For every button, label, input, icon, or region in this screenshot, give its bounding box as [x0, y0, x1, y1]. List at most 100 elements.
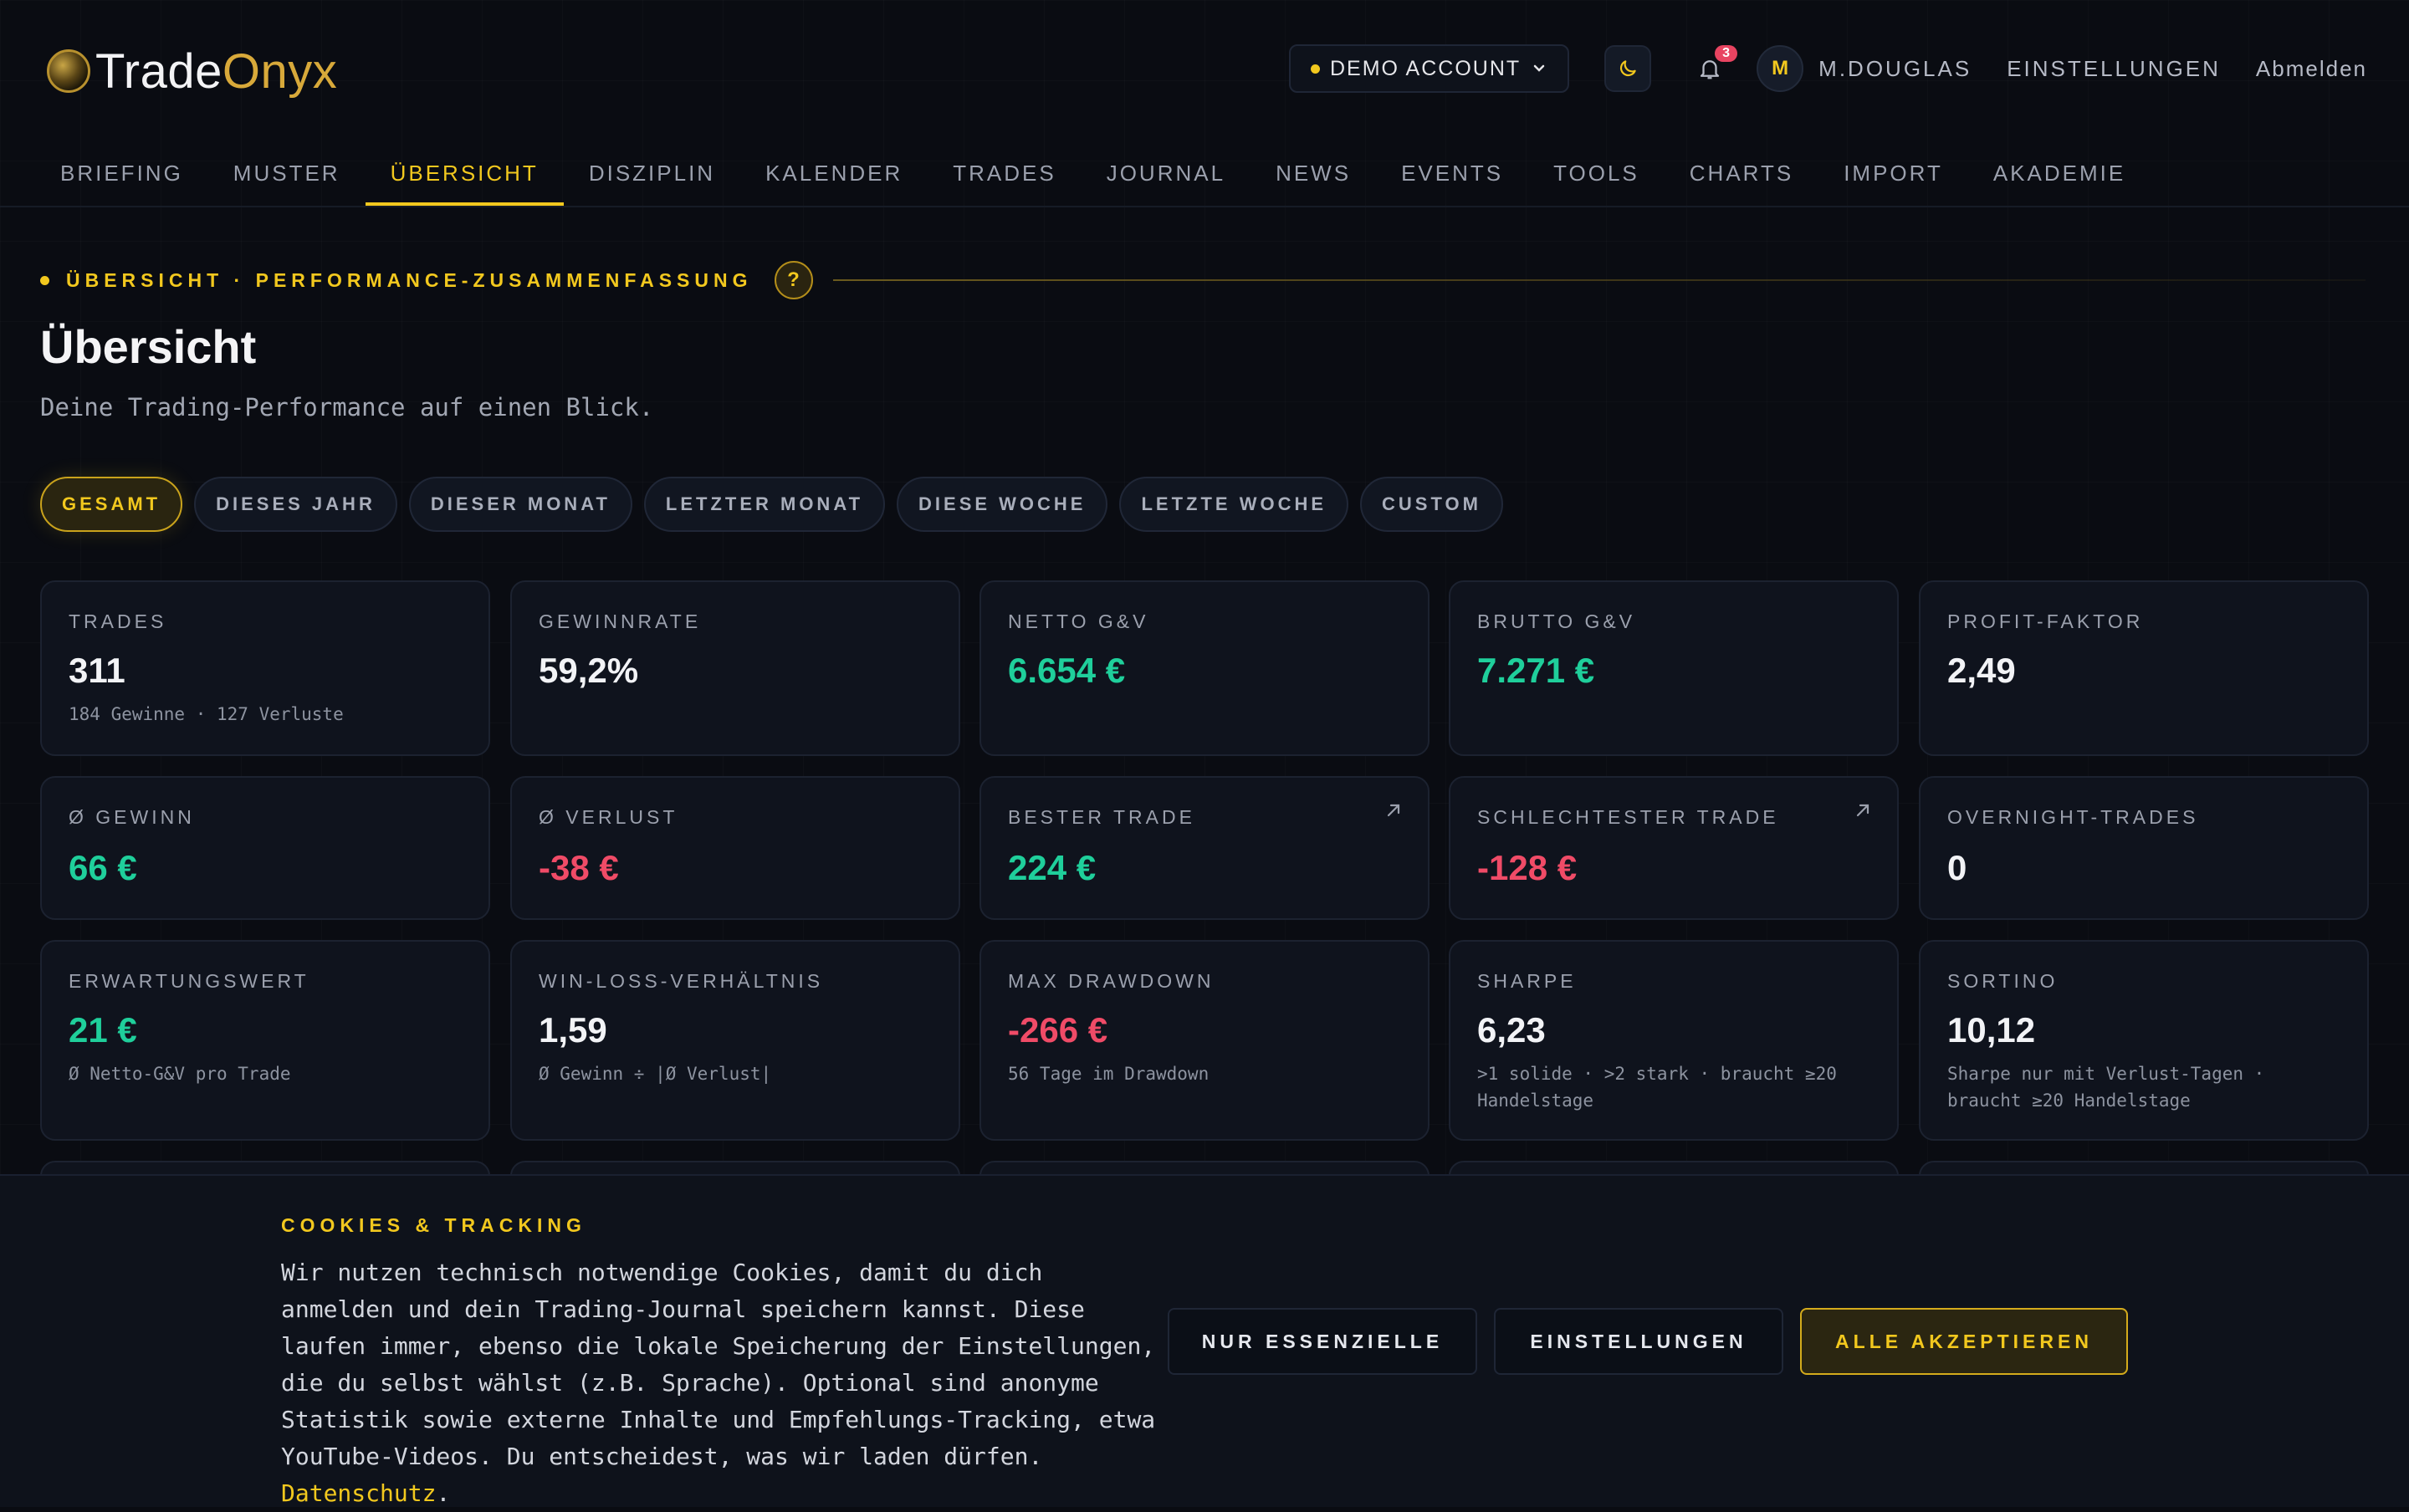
top-header: TradeOnyx DEMO ACCOUNT 3 M M.DOUGLAS EIN… — [0, 0, 2409, 139]
cookie-text-period: . — [436, 1479, 451, 1507]
help-button[interactable]: ? — [774, 261, 813, 299]
avatar[interactable]: M — [1757, 45, 1804, 92]
metric-subtext: Ø Gewinn ÷ |Ø Verlust| — [539, 1064, 772, 1084]
filter-letzte-woche[interactable]: LETZTE WOCHE — [1119, 477, 1349, 532]
nav-tab-news[interactable]: NEWS — [1251, 140, 1376, 206]
essential-only-button[interactable]: NUR ESSENZIELLE — [1168, 1308, 1477, 1375]
section-label: ÜBERSICHT · PERFORMANCE-ZUSAMMENFASSUNG — [66, 268, 753, 291]
nav-tab-charts[interactable]: CHARTS — [1665, 140, 1818, 206]
cookie-banner: COOKIES & TRACKING Wir nutzen technisch … — [0, 1174, 2409, 1507]
metric-card-avg-win: Ø GEWINN 66 € — [40, 776, 490, 920]
logo[interactable]: TradeOnyx — [47, 42, 337, 100]
nav-tab-trades[interactable]: TRADES — [928, 140, 1081, 206]
nav-divider — [0, 206, 2409, 207]
chevron-down-icon — [1533, 64, 1545, 72]
metric-value: 21 € — [69, 1010, 137, 1050]
account-status-dot — [1310, 64, 1320, 74]
metric-card-net-pnl: NETTO G&V 6.654 € — [979, 580, 1430, 756]
main-nav: BRIEFING MUSTER ÜBERSICHT DISZIPLIN KALE… — [35, 140, 2151, 206]
notification-count-badge: 3 — [1715, 45, 1738, 62]
metric-value: 7.271 € — [1477, 651, 1595, 690]
cookie-title: COOKIES & TRACKING — [281, 1214, 586, 1236]
page-subtitle: Deine Trading-Performance auf einen Blic… — [40, 393, 654, 421]
section-header: ÜBERSICHT · PERFORMANCE-ZUSAMMENFASSUNG … — [40, 259, 2366, 301]
metric-label: SCHLECHTESTER TRADE — [1477, 806, 1779, 828]
nav-tab-journal[interactable]: JOURNAL — [1082, 140, 1251, 206]
metric-card-gross-pnl: BRUTTO G&V 7.271 € — [1449, 580, 1899, 756]
metric-label: Ø GEWINN — [69, 806, 195, 828]
metric-card-overnight-trades: OVERNIGHT-TRADES 0 — [1919, 776, 2369, 920]
account-label: DEMO ACCOUNT — [1329, 56, 1522, 80]
metric-label: BRUTTO G&V — [1477, 610, 1636, 632]
metric-subtext: 184 Gewinne · 127 Verluste — [69, 704, 344, 724]
username-link[interactable]: M.DOUGLAS — [1818, 56, 1972, 82]
metric-card-sharpe: SHARPE 6,23 >1 solide · >2 stark · brauc… — [1449, 940, 1899, 1141]
open-trade-arrow-icon[interactable] — [1384, 801, 1403, 820]
notifications-button[interactable]: 3 — [1686, 45, 1738, 92]
metric-value: 1,59 — [539, 1010, 607, 1050]
section-dot — [40, 275, 49, 285]
metric-label: NETTO G&V — [1008, 610, 1149, 632]
metric-subtext: >1 solide · >2 stark · braucht ≥20 Hande… — [1477, 1064, 1837, 1111]
theme-toggle-button[interactable] — [1604, 45, 1652, 92]
logout-link[interactable]: Abmelden — [2256, 56, 2367, 82]
nav-tab-tools[interactable]: TOOLS — [1528, 140, 1665, 206]
metric-value: 10,12 — [1947, 1010, 2036, 1050]
filter-dieser-monat[interactable]: DIESER MONAT — [408, 477, 632, 532]
nav-tab-import[interactable]: IMPORT — [1818, 140, 1968, 206]
metric-card-winrate: GEWINNRATE 59,2% — [510, 580, 960, 756]
filter-letzter-monat[interactable]: LETZTER MONAT — [643, 477, 886, 532]
metric-label: OVERNIGHT-TRADES — [1947, 806, 2199, 828]
metric-value: -266 € — [1008, 1010, 1108, 1050]
metric-card-best-trade[interactable]: BESTER TRADE 224 € — [979, 776, 1430, 920]
period-filters: GESAMT DIESES JAHR DIESER MONAT LETZTER … — [40, 477, 1503, 532]
open-trade-arrow-icon[interactable] — [1854, 801, 1872, 820]
metric-label: MAX DRAWDOWN — [1008, 970, 1215, 992]
moon-icon — [1620, 60, 1636, 77]
metric-label: TRADES — [69, 610, 167, 632]
nav-tab-kalender[interactable]: KALENDER — [740, 140, 928, 206]
metric-value: 2,49 — [1947, 651, 2016, 690]
privacy-link[interactable]: Datenschutz — [281, 1479, 436, 1507]
account-switcher[interactable]: DEMO ACCOUNT — [1288, 44, 1570, 93]
metric-label: GEWINNRATE — [539, 610, 702, 632]
metric-card-expectancy: ERWARTUNGSWERT 21 € Ø Netto-G&V pro Trad… — [40, 940, 490, 1141]
cookie-settings-button[interactable]: EINSTELLUNGEN — [1494, 1308, 1783, 1375]
nav-tab-akademie[interactable]: AKADEMIE — [1968, 140, 2151, 206]
metric-value: 311 — [69, 651, 125, 690]
metric-subtext: Ø Netto-G&V pro Trade — [69, 1064, 291, 1084]
metric-label: SHARPE — [1477, 970, 1577, 992]
nav-tab-muster[interactable]: MUSTER — [208, 140, 366, 206]
metric-subtext: 56 Tage im Drawdown — [1008, 1064, 1210, 1084]
page-title: Übersicht — [40, 320, 257, 373]
nav-tab-briefing[interactable]: BRIEFING — [35, 140, 208, 206]
settings-link[interactable]: EINSTELLUNGEN — [2007, 56, 2221, 82]
filter-dieses-jahr[interactable]: DIESES JAHR — [194, 477, 397, 532]
logo-mark-icon — [47, 49, 90, 93]
cookie-text: Wir nutzen technisch notwendige Cookies,… — [281, 1259, 1156, 1470]
metric-value: 66 € — [69, 848, 137, 887]
cookie-text-block: Wir nutzen technisch notwendige Cookies,… — [281, 1254, 1159, 1512]
logo-text-trade: Trade — [95, 43, 222, 99]
filter-gesamt[interactable]: GESAMT — [40, 477, 183, 532]
metric-subtext: Sharpe nur mit Verlust-Tagen · braucht ≥… — [1947, 1064, 2265, 1111]
filter-diese-woche[interactable]: DIESE WOCHE — [897, 477, 1108, 532]
filter-custom[interactable]: CUSTOM — [1360, 477, 1503, 532]
metric-label: Ø VERLUST — [539, 806, 678, 828]
metric-card-profit-factor: PROFIT-FAKTOR 2,49 — [1919, 580, 2369, 756]
nav-tab-disziplin[interactable]: DISZIPLIN — [564, 140, 740, 206]
metric-card-worst-trade[interactable]: SCHLECHTESTER TRADE -128 € — [1449, 776, 1899, 920]
metric-label: WIN-LOSS-VERHÄLTNIS — [539, 970, 824, 992]
metric-value: 6,23 — [1477, 1010, 1546, 1050]
metric-value: -128 € — [1477, 848, 1578, 887]
section-divider-line — [832, 279, 2366, 281]
metric-card-max-drawdown: MAX DRAWDOWN -266 € 56 Tage im Drawdown — [979, 940, 1430, 1141]
metric-value: 224 € — [1008, 848, 1097, 887]
nav-tab-events[interactable]: EVENTS — [1376, 140, 1528, 206]
accept-all-button[interactable]: ALLE AKZEPTIEREN — [1800, 1308, 2128, 1375]
metric-label: SORTINO — [1947, 970, 2059, 992]
nav-tab-uebersicht[interactable]: ÜBERSICHT — [365, 140, 565, 206]
metric-label: ERWARTUNGSWERT — [69, 970, 309, 992]
metric-value: -38 € — [539, 848, 619, 887]
logo-text: TradeOnyx — [95, 43, 337, 100]
